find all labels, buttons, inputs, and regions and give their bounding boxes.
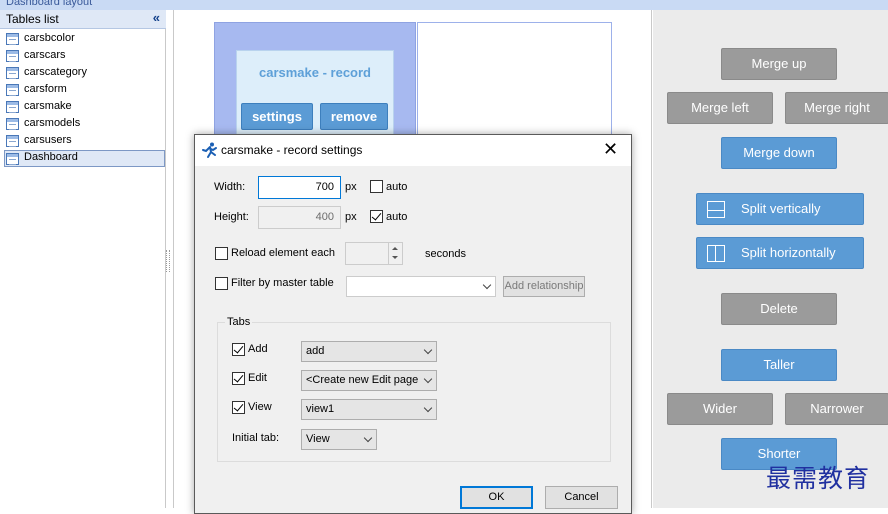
split-vertically-button[interactable]: Split vertically [696, 193, 864, 225]
reload-label: Reload element each [231, 247, 335, 259]
initial-tab-label: Initial tab: [232, 432, 280, 444]
tables-list-title: Tables list [6, 12, 59, 26]
tables-list-panel: Tables list « carsbcolor carscars carscate… [0, 10, 166, 508]
tables-list-item[interactable]: carsmake [0, 99, 165, 116]
height-auto-label: auto [386, 211, 408, 223]
app-title: Dashboard layout [6, 0, 93, 8]
height-unit-label: px [345, 211, 357, 223]
split-horizontally-button[interactable]: Split horizontally [696, 237, 864, 269]
record-settings-dialog: carsmake - record settings ✕ Width: 700 … [194, 134, 632, 514]
spinner-arrows-icon[interactable] [388, 243, 402, 264]
tab-view-value: view1 [306, 403, 335, 415]
tab-edit-select[interactable]: <Create new Edit page [301, 370, 437, 391]
tables-list-item[interactable]: carsform [0, 82, 165, 99]
table-icon [6, 67, 19, 79]
reload-interval-spinner[interactable] [345, 242, 403, 265]
tables-list-item-label: carsform [24, 83, 67, 95]
tables-list-item-label: Dashboard [24, 151, 78, 163]
tables-list-item-label: carsmake [24, 100, 72, 112]
close-icon[interactable]: ✕ [603, 139, 618, 160]
table-icon [6, 50, 19, 62]
width-unit-label: px [345, 181, 357, 193]
delete-button[interactable]: Delete [721, 293, 837, 325]
tab-view-select[interactable]: view1 [301, 399, 437, 420]
ok-button[interactable]: OK [460, 486, 533, 509]
filter-master-label: Filter by master table [231, 277, 334, 289]
chevron-down-icon [363, 433, 373, 443]
split-vertically-icon [707, 201, 725, 218]
height-auto-checkbox[interactable] [370, 210, 383, 223]
merge-down-button[interactable]: Merge down [721, 137, 837, 169]
tables-list-item-label: carsmodels [24, 117, 81, 129]
tables-list-item-selected[interactable]: Dashboard [4, 150, 165, 167]
tab-add-value: add [306, 345, 325, 357]
dashboard-icon [6, 153, 19, 165]
splitter-grip-icon[interactable] [166, 250, 170, 272]
table-icon [6, 135, 19, 147]
master-table-select[interactable] [346, 276, 496, 297]
running-man-icon [202, 142, 217, 158]
taller-button[interactable]: Taller [721, 349, 837, 381]
table-icon [6, 118, 19, 130]
tables-list-item[interactable]: carsusers [0, 133, 165, 150]
tables-list-item-label: carscategory [24, 66, 87, 78]
tab-edit-checkbox[interactable] [232, 372, 245, 385]
tables-list-item[interactable]: carscategory [0, 65, 165, 82]
tables-list-item-label: carsusers [24, 134, 72, 146]
dashboard-element-title: carsmake - record [258, 65, 371, 80]
width-auto-label: auto [386, 181, 408, 193]
height-label: Height: [214, 211, 249, 223]
element-settings-button[interactable]: settings [241, 103, 313, 130]
merge-left-button[interactable]: Merge left [667, 92, 773, 124]
cancel-button[interactable]: Cancel [545, 486, 618, 509]
split-horizontally-icon [707, 245, 725, 262]
tab-add-label: Add [248, 343, 268, 355]
reload-checkbox[interactable] [215, 247, 228, 260]
tab-view-label: View [248, 401, 272, 413]
reload-unit-label: seconds [425, 248, 466, 260]
tab-add-select[interactable]: add [301, 341, 437, 362]
split-vertically-label: Split vertically [741, 201, 821, 216]
split-horizontally-label: Split horizontally [741, 245, 836, 260]
chevron-down-icon [423, 403, 433, 413]
tables-list-item[interactable]: carsmodels [0, 116, 165, 133]
tabs-group-label: Tabs [225, 316, 253, 328]
table-icon [6, 84, 19, 96]
dialog-title-bar[interactable]: carsmake - record settings ✕ [195, 135, 631, 166]
tables-list-header: Tables list « [0, 10, 166, 29]
tables-list-item-label: carsbcolor [24, 32, 75, 44]
app-title-bar: Dashboard layout [0, 0, 888, 10]
filter-master-checkbox[interactable] [215, 277, 228, 290]
chevron-down-icon [423, 374, 433, 384]
merge-up-button[interactable]: Merge up [721, 48, 837, 80]
width-auto-checkbox[interactable] [370, 180, 383, 193]
table-icon [6, 33, 19, 45]
tab-view-checkbox[interactable] [232, 401, 245, 414]
add-relationship-button[interactable]: Add relationship [503, 276, 585, 297]
tables-list-item[interactable]: carsbcolor [0, 31, 165, 48]
tables-list-item-label: carscars [24, 49, 66, 61]
width-input[interactable]: 700 [258, 176, 341, 199]
narrower-button[interactable]: Narrower [785, 393, 888, 425]
dialog-title: carsmake - record settings [221, 143, 363, 157]
initial-tab-select[interactable]: View [301, 429, 377, 450]
tab-edit-label: Edit [248, 372, 267, 384]
element-remove-button[interactable]: remove [320, 103, 388, 130]
chevron-down-icon [482, 280, 492, 290]
watermark-logo: 最需教育 [766, 464, 871, 493]
wider-button[interactable]: Wider [667, 393, 773, 425]
tab-edit-value: <Create new Edit page [306, 374, 419, 386]
tables-list-item[interactable]: carscars [0, 48, 165, 65]
layout-cell-empty[interactable] [417, 22, 612, 152]
merge-right-button[interactable]: Merge right [785, 92, 888, 124]
height-input[interactable]: 400 [258, 206, 341, 229]
tab-add-checkbox[interactable] [232, 343, 245, 356]
collapse-panel-icon[interactable]: « [153, 10, 160, 25]
width-label: Width: [214, 181, 246, 193]
chevron-down-icon [423, 345, 433, 355]
table-icon [6, 101, 19, 113]
initial-tab-value: View [306, 433, 330, 445]
layout-actions-panel: Merge up Merge left Merge right Merge do… [653, 10, 888, 508]
